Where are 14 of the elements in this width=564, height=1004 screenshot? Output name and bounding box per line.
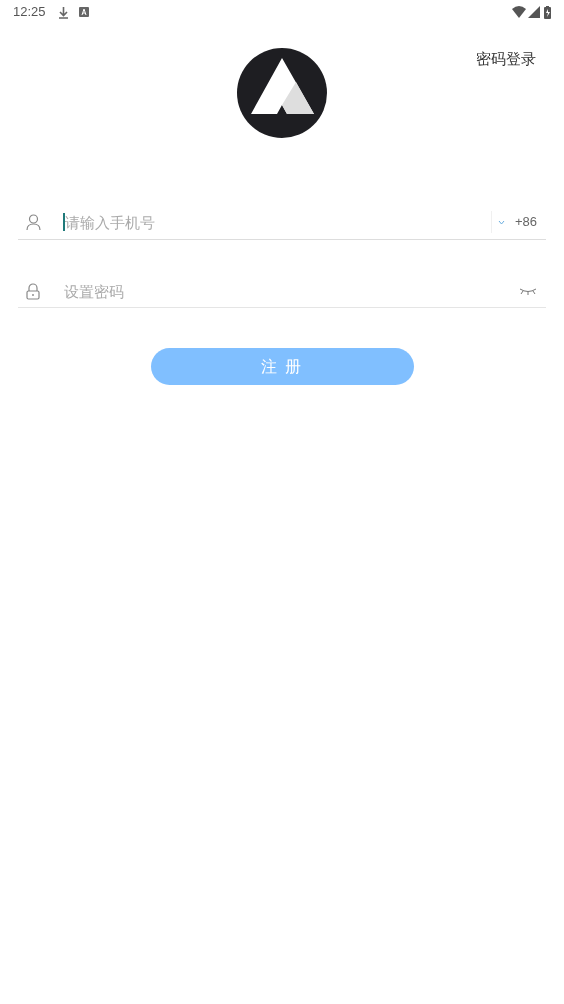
phone-input[interactable]: 请输入手机号 xyxy=(65,210,491,234)
user-icon xyxy=(26,214,41,230)
password-input[interactable]: 设置密码 xyxy=(64,279,519,303)
signal-icon xyxy=(528,6,540,18)
country-code[interactable]: +86 xyxy=(514,212,537,232)
password-login-link[interactable]: 密码登录 xyxy=(476,48,536,71)
lock-icon xyxy=(26,282,40,300)
download-icon xyxy=(57,5,69,19)
battery-icon xyxy=(544,5,551,19)
chevron-down-icon[interactable] xyxy=(497,219,505,225)
closed-eye-icon[interactable] xyxy=(519,287,537,295)
wifi-icon xyxy=(512,6,526,18)
status-time: 12:25 xyxy=(13,3,46,22)
app-notification-icon xyxy=(78,7,89,17)
